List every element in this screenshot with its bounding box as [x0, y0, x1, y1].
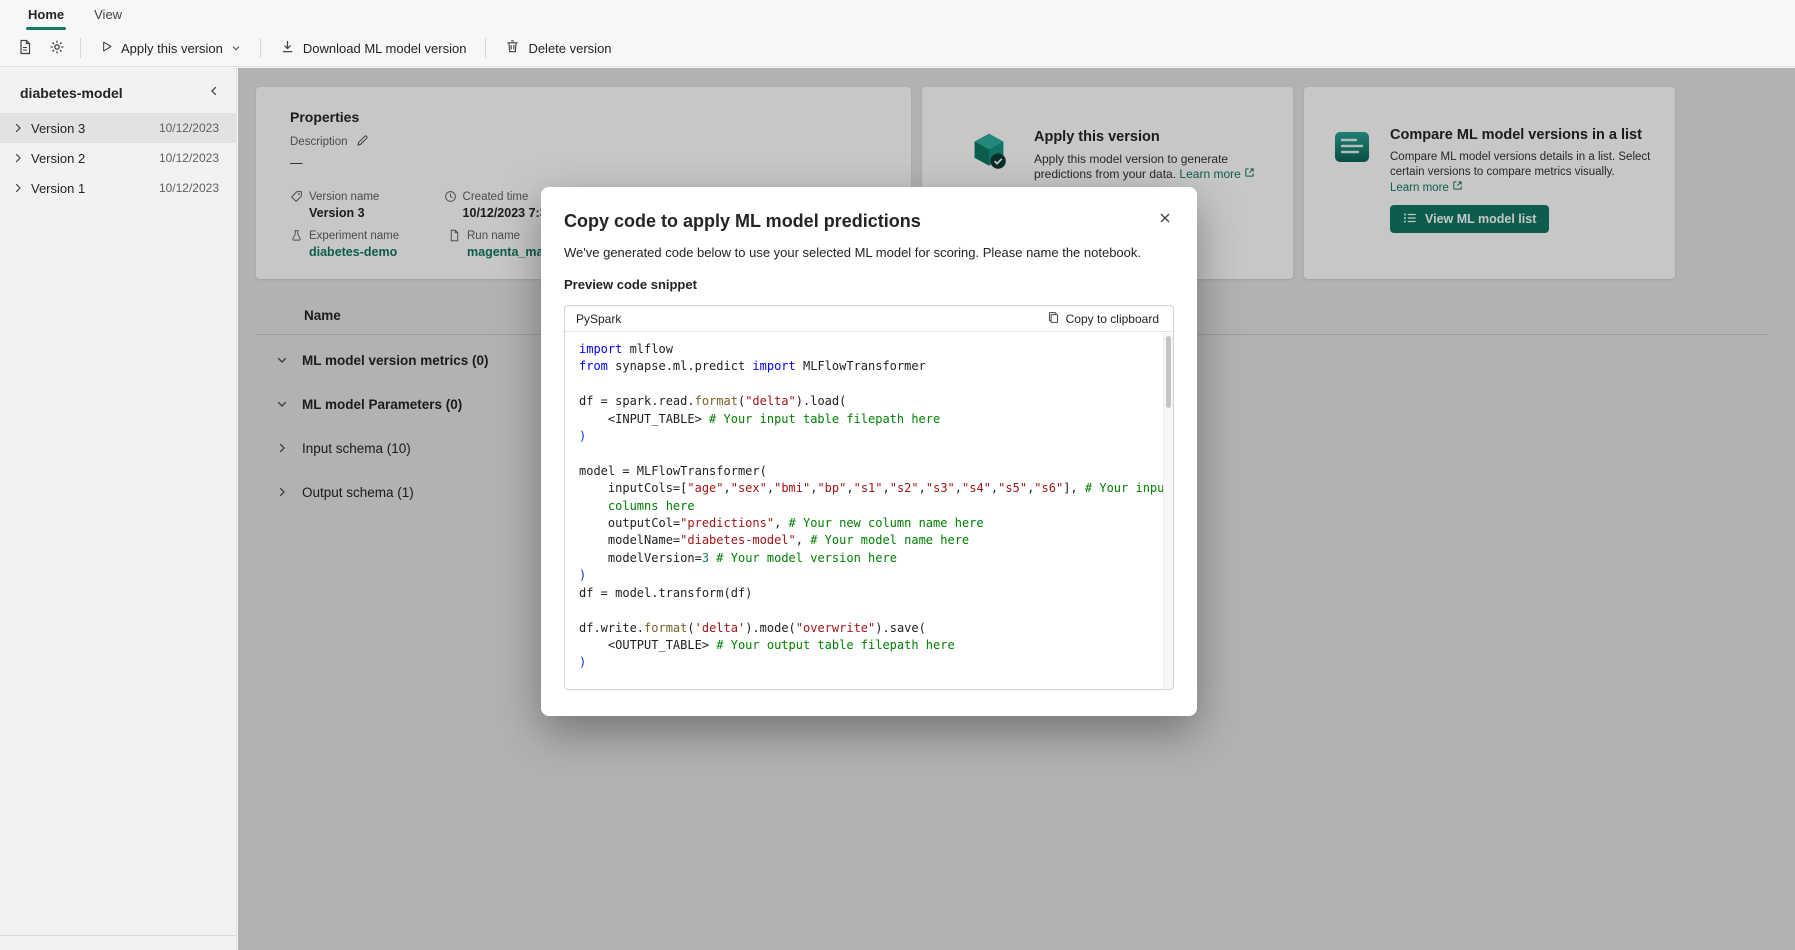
chevron-right-icon[interactable]: [12, 152, 24, 164]
play-icon: [100, 40, 113, 56]
dialog-subtitle: We've generated code below to use your s…: [564, 245, 1141, 260]
dialog-title: Copy code to apply ML model predictions: [564, 211, 921, 231]
collapse-sidebar-button[interactable]: [206, 83, 222, 102]
toolbar: Apply this version Download ML model ver…: [0, 30, 1795, 67]
preview-snippet-label: Preview code snippet: [564, 277, 697, 292]
close-icon: [1158, 211, 1172, 228]
download-version-button[interactable]: Download ML model version: [269, 34, 478, 62]
sidebar: diabetes-model Version 3 10/12/2023 Versio…: [0, 68, 237, 950]
delete-version-button[interactable]: Delete version: [494, 34, 622, 62]
version-name: Version 2: [31, 150, 86, 166]
chevron-right-icon[interactable]: [12, 182, 24, 194]
close-dialog-button[interactable]: [1152, 206, 1178, 232]
ribbon-tab-bar: Home View: [0, 0, 1795, 30]
version-date: 10/12/2023: [158, 181, 219, 195]
document-icon: [17, 39, 33, 58]
apply-this-version-label: Apply this version: [121, 40, 223, 56]
download-icon: [280, 39, 295, 57]
model-name-title: diabetes-model: [20, 84, 123, 101]
download-version-label: Download ML model version: [302, 40, 467, 56]
version-name: Version 1: [31, 180, 86, 196]
version-row[interactable]: Version 3 10/12/2023: [0, 113, 236, 143]
version-list: Version 3 10/12/2023 Version 2 10/12/2023 Ve…: [0, 113, 236, 203]
tab-home[interactable]: Home: [14, 1, 78, 30]
delete-icon: [505, 39, 520, 57]
toolbar-divider: [485, 38, 487, 58]
code-language-label: PySpark: [576, 311, 622, 326]
copy-icon: [1047, 311, 1060, 327]
version-date: 10/12/2023: [158, 121, 219, 135]
version-name: Version 3: [31, 120, 86, 136]
sidebar-divider: [0, 935, 236, 936]
delete-version-label: Delete version: [528, 40, 612, 56]
settings-icon: [49, 39, 65, 58]
code-content[interactable]: import mlflow from synapse.ml.predict imp…: [565, 332, 1173, 672]
scrollbar-thumb[interactable]: [1166, 336, 1171, 408]
code-snippet-box: PySpark Copy to clipboard import mlflow f…: [564, 305, 1174, 690]
code-header: PySpark Copy to clipboard: [565, 306, 1173, 332]
chevron-left-icon: [208, 85, 220, 100]
version-row[interactable]: Version 2 10/12/2023: [0, 143, 236, 173]
apply-this-version-button[interactable]: Apply this version: [89, 35, 252, 61]
toolbar-divider: [80, 38, 81, 58]
copy-code-dialog: Copy code to apply ML model predictions …: [541, 187, 1197, 716]
toolbar-divider: [259, 38, 261, 58]
document-button[interactable]: [10, 34, 40, 62]
chevron-down-icon: [231, 41, 241, 56]
version-row[interactable]: Version 1 10/12/2023: [0, 173, 236, 203]
code-scrollbar[interactable]: [1163, 333, 1173, 689]
copy-to-clipboard-button[interactable]: Copy to clipboard: [1041, 308, 1165, 330]
sidebar-header: diabetes-model: [0, 68, 236, 113]
tab-view[interactable]: View: [80, 1, 136, 30]
version-date: 10/12/2023: [158, 151, 219, 165]
chevron-right-icon[interactable]: [12, 122, 24, 134]
settings-button[interactable]: [42, 34, 72, 62]
